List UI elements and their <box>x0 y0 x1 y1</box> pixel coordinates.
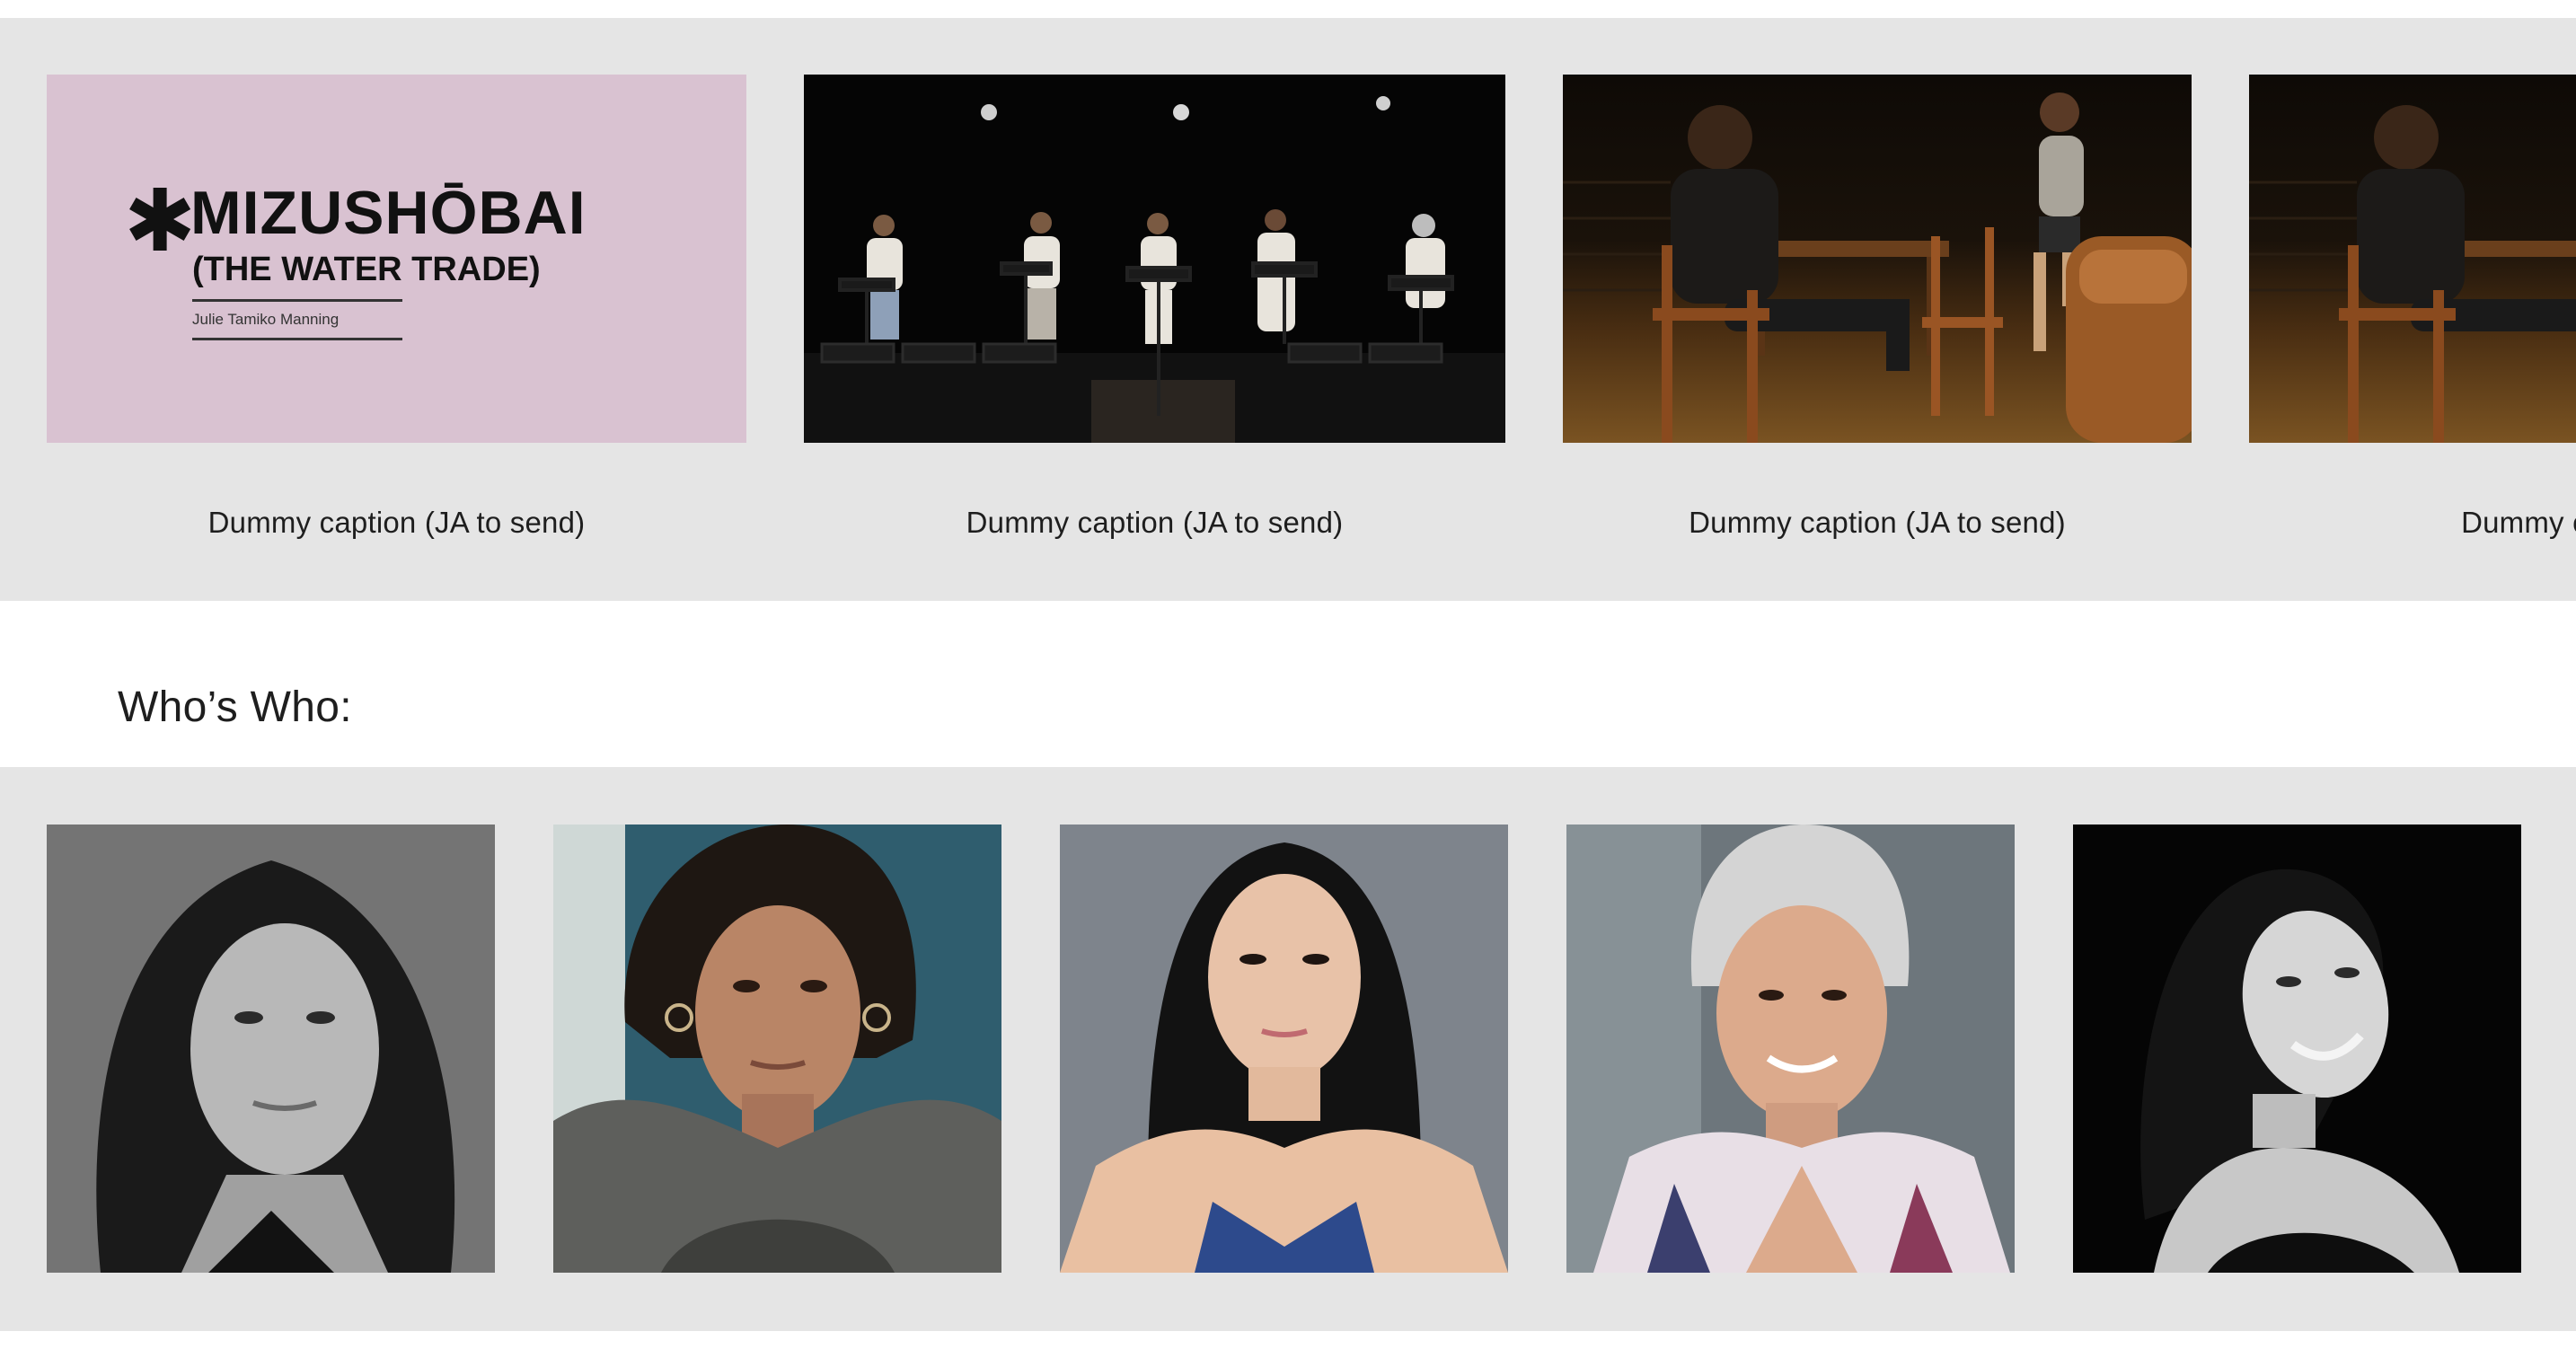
slide-caption: Dummy caption (JA to send) <box>966 506 1344 539</box>
headshot-image <box>2073 824 2521 1273</box>
headshot-image <box>47 824 495 1273</box>
theatre-scene-illustration <box>2249 105 2576 443</box>
cast-headshots <box>0 767 2576 1331</box>
gallery-slide[interactable]: Dummy caption <box>2249 75 2576 539</box>
poster-subtitle: (THE WATER TRADE) <box>192 251 541 288</box>
theatre-scene-photo[interactable] <box>2249 75 2576 443</box>
slide-caption: Dummy caption <box>2461 506 2576 539</box>
slide-caption: Dummy caption (JA to send) <box>207 506 586 539</box>
poster-author: Julie Tamiko Manning <box>192 311 340 328</box>
theatre-scene-photo[interactable] <box>1563 75 2192 443</box>
poster-title: MIZUSHŌBAI <box>190 179 587 247</box>
whos-who-heading: Who’s Who: <box>118 683 352 731</box>
cast-headshot[interactable] <box>1060 824 1508 1273</box>
headshot-image <box>553 824 1001 1273</box>
theatre-scene-illustration <box>1563 93 2192 443</box>
cast-headshot[interactable] <box>47 824 495 1273</box>
slide-caption: Dummy caption (JA to send) <box>1689 506 2066 539</box>
gallery-slide[interactable]: Dummy caption (JA to send) <box>1563 75 2192 539</box>
stage-reading-photo[interactable] <box>804 75 1505 443</box>
gallery-slide[interactable]: Dummy caption (JA to send) <box>804 75 1505 539</box>
poster-image[interactable]: ✱ MIZUSHŌBAI (THE WATER TRADE) Julie Tam… <box>47 75 746 443</box>
page: ✱ MIZUSHŌBAI (THE WATER TRADE) Julie Tam… <box>0 0 2576 1358</box>
cast-headshot[interactable] <box>553 824 1001 1273</box>
asterisk-mark: ✱ <box>124 173 197 269</box>
poster-rule-bottom <box>192 338 402 340</box>
production-gallery: ✱ MIZUSHŌBAI (THE WATER TRADE) Julie Tam… <box>0 18 2576 601</box>
stage-reading-illustration <box>804 96 1505 443</box>
headshot-image <box>1566 824 2015 1273</box>
gallery-slide[interactable]: ✱ MIZUSHŌBAI (THE WATER TRADE) Julie Tam… <box>47 75 746 539</box>
headshot-image <box>1060 824 1508 1273</box>
cast-headshot[interactable] <box>1566 824 2015 1273</box>
cast-headshot[interactable] <box>2073 824 2521 1273</box>
poster-rule-top <box>192 299 402 302</box>
